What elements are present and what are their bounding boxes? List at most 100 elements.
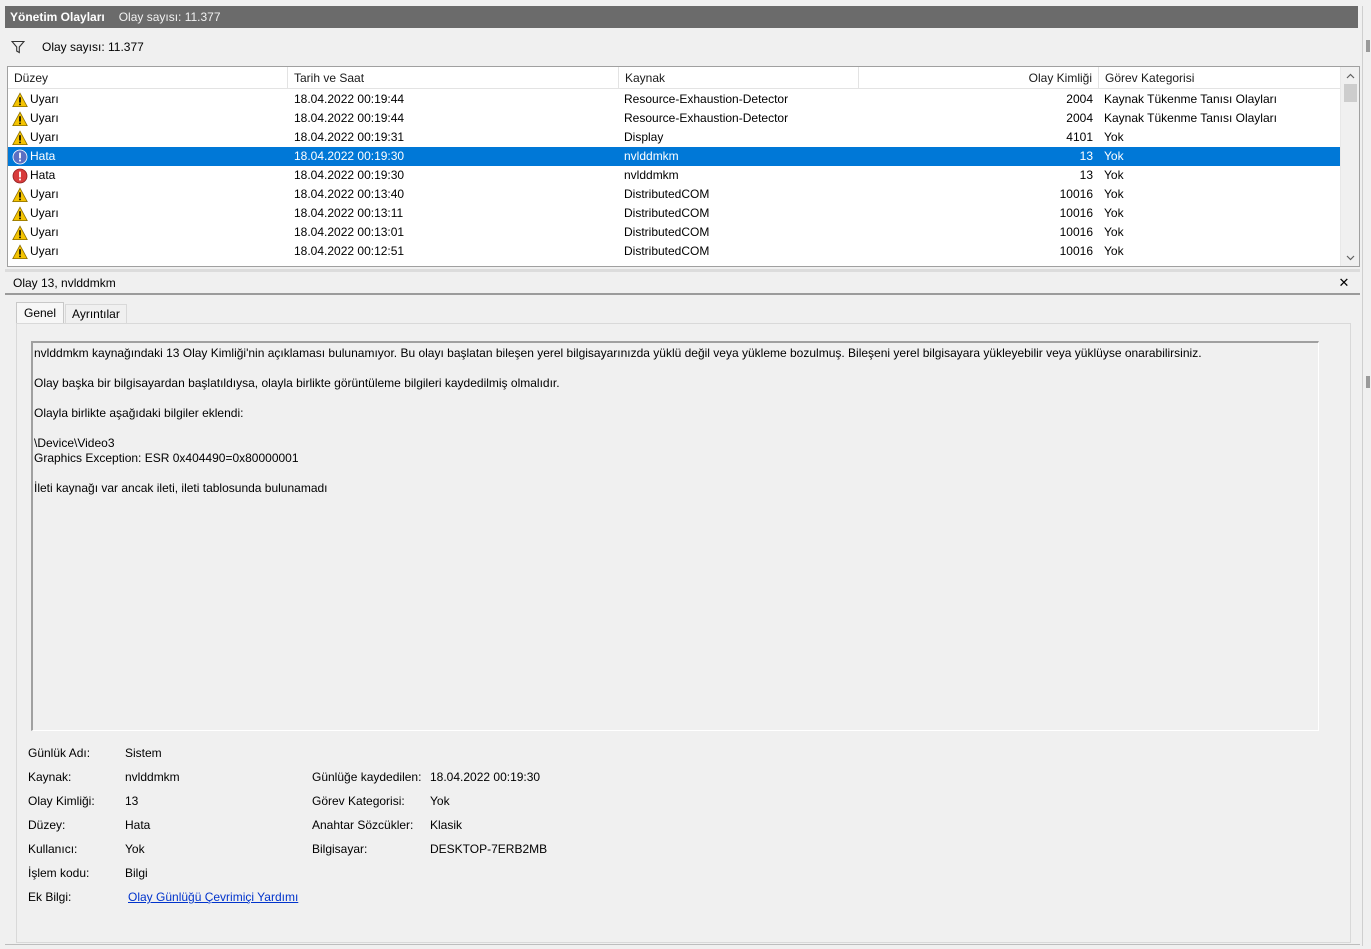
column-header-event-id[interactable]: Olay Kimliği bbox=[859, 67, 1099, 89]
cell-source: DistributedCOM bbox=[624, 187, 710, 201]
computer-label: Bilgisayar: bbox=[312, 842, 368, 856]
keywords-label: Anahtar Sözcükler: bbox=[312, 818, 414, 832]
online-help-link[interactable]: Olay Günlüğü Çevrimiçi Yardımı bbox=[128, 890, 298, 904]
cell-task-category: Kaynak Tükenme Tanısı Olayları bbox=[1104, 111, 1277, 125]
cell-task-category: Yok bbox=[1104, 206, 1124, 220]
cell-event-id: 10016 bbox=[1059, 206, 1093, 220]
grid-vertical-scrollbar[interactable] bbox=[1340, 67, 1359, 266]
events-grid[interactable]: Düzey Tarih ve Saat Kaynak Olay Kimliği … bbox=[7, 66, 1360, 267]
pane-splitter[interactable] bbox=[5, 269, 1360, 272]
cell-source: Resource-Exhaustion-Detector bbox=[624, 92, 789, 106]
detail-pane-header: Olay 13, nvlddmkm ✕ bbox=[5, 273, 1360, 295]
level-value: Hata bbox=[125, 818, 151, 832]
cell-source: Display bbox=[624, 130, 664, 144]
cell-level-text: Hata bbox=[30, 168, 56, 182]
tab-details[interactable]: Ayrıntılar bbox=[65, 304, 127, 324]
opcode-label: İşlem kodu: bbox=[28, 866, 90, 880]
log-name-label: Günlük Adı: bbox=[28, 746, 91, 760]
cell-task-category: Yok bbox=[1104, 244, 1124, 258]
cell-date: 18.04.2022 00:19:31 bbox=[294, 130, 405, 144]
description-paragraph: nvlddmkm kaynağındaki 13 Olay Kimliği'ni… bbox=[34, 346, 1202, 360]
grid-rows: Uyarı 18.04.2022 00:19:44 Resource-Exhaust… bbox=[8, 90, 1340, 261]
warning-icon bbox=[12, 205, 30, 222]
cell-level: Uyarı bbox=[12, 109, 282, 128]
window-edge bbox=[1362, 6, 1363, 946]
cell-date: 18.04.2022 00:13:40 bbox=[294, 187, 405, 201]
column-header-task[interactable]: Görev Kategorisi bbox=[1099, 67, 1340, 89]
cell-date: 18.04.2022 00:19:44 bbox=[294, 111, 405, 125]
cell-event-id: 13 bbox=[1079, 149, 1093, 163]
cell-level: Uyarı bbox=[12, 204, 282, 223]
cell-level-text: Hata bbox=[30, 149, 56, 163]
task-category-value: Yok bbox=[430, 794, 450, 808]
cell-level-text: Uyarı bbox=[30, 130, 59, 144]
column-header-source[interactable]: Kaynak bbox=[619, 67, 859, 89]
detail-tabs: Genel Ayrıntılar bbox=[16, 302, 128, 324]
panel-title-bar: Yönetim Olayları Olay sayısı: 11.377 bbox=[5, 6, 1358, 28]
warning-icon bbox=[12, 110, 30, 127]
event-description-box[interactable]: nvlddmkm kaynağındaki 13 Olay Kimliği'ni… bbox=[31, 341, 1319, 731]
warning-icon bbox=[12, 243, 30, 260]
cell-event-id: 10016 bbox=[1059, 244, 1093, 258]
cell-source: DistributedCOM bbox=[624, 225, 710, 239]
logged-label: Günlüğe kaydedilen: bbox=[312, 770, 422, 784]
filter-icon[interactable] bbox=[11, 40, 25, 54]
scroll-down-arrow-icon[interactable] bbox=[1341, 249, 1359, 266]
column-header-date[interactable]: Tarih ve Saat bbox=[288, 67, 619, 89]
cell-event-id: 2004 bbox=[1066, 111, 1093, 125]
column-header-level[interactable]: Düzey bbox=[8, 67, 288, 89]
level-label: Düzey: bbox=[28, 818, 66, 832]
scroll-up-arrow-icon[interactable] bbox=[1341, 67, 1359, 84]
cell-date: 18.04.2022 00:13:01 bbox=[294, 225, 405, 239]
computer-value: DESKTOP-7ERB2MB bbox=[430, 842, 548, 856]
description-paragraph: İleti kaynağı var ancak ileti, ileti tab… bbox=[34, 481, 328, 495]
filter-bar: Olay sayısı: 11.377 bbox=[5, 34, 1360, 60]
description-paragraph: Olay başka bir bilgisayardan başlatıldıy… bbox=[34, 376, 560, 390]
cell-level: Uyarı bbox=[12, 185, 282, 204]
table-row[interactable]: Uyarı 18.04.2022 00:19:44 Resource-Exhaust… bbox=[8, 90, 1340, 109]
cell-level-text: Uyarı bbox=[30, 187, 59, 201]
table-row[interactable]: Uyarı 18.04.2022 00:12:51 DistributedCOM 10… bbox=[8, 242, 1340, 261]
scroll-thumb[interactable] bbox=[1344, 84, 1357, 102]
tab-general[interactable]: Genel bbox=[16, 302, 65, 324]
cell-task-category: Kaynak Tükenme Tanısı Olayları bbox=[1104, 92, 1277, 106]
cell-date: 18.04.2022 00:12:51 bbox=[294, 244, 405, 258]
cell-source: nvlddmkm bbox=[624, 149, 679, 163]
filter-count-text: Olay sayısı: 11.377 bbox=[42, 40, 144, 54]
close-icon[interactable]: ✕ bbox=[1334, 275, 1354, 291]
task-category-label: Görev Kategorisi: bbox=[312, 794, 405, 808]
table-row[interactable]: Uyarı 18.04.2022 00:19:44 Resource-Exhaust… bbox=[8, 109, 1340, 128]
more-info-label: Ek Bilgi: bbox=[28, 890, 72, 904]
source-label: Kaynak: bbox=[28, 770, 72, 784]
cell-event-id: 10016 bbox=[1059, 187, 1093, 201]
cell-source: DistributedCOM bbox=[624, 206, 710, 220]
cell-level: Uyarı bbox=[12, 242, 282, 261]
edge-mark bbox=[1366, 40, 1370, 52]
table-row[interactable]: Uyarı 18.04.2022 00:13:01 DistributedCOM 10… bbox=[8, 223, 1340, 242]
cell-level-text: Uyarı bbox=[30, 206, 59, 220]
table-row[interactable]: Hata 18.04.2022 00:19:30 nvlddmkm 13 Yok bbox=[8, 147, 1340, 166]
cell-level-text: Uyarı bbox=[30, 244, 59, 258]
table-row[interactable]: Uyarı 18.04.2022 00:13:11 DistributedCOM 10… bbox=[8, 204, 1340, 223]
cell-source: DistributedCOM bbox=[624, 244, 710, 258]
log-name-value: Sistem bbox=[125, 746, 162, 760]
table-row[interactable]: Hata 18.04.2022 00:19:30 nvlddmkm 13 Yok bbox=[8, 166, 1340, 185]
cell-level: Uyarı bbox=[12, 223, 282, 242]
user-label: Kullanıcı: bbox=[28, 842, 78, 856]
event-id-label: Olay Kimliği: bbox=[28, 794, 95, 808]
cell-date: 18.04.2022 00:13:11 bbox=[294, 206, 404, 220]
cell-event-id: 10016 bbox=[1059, 225, 1093, 239]
cell-date: 18.04.2022 00:19:30 bbox=[294, 168, 405, 182]
cell-level-text: Uyarı bbox=[30, 111, 59, 125]
edge-mark bbox=[1366, 376, 1370, 388]
error-icon bbox=[12, 168, 30, 184]
grid-header: Düzey Tarih ve Saat Kaynak Olay Kimliği … bbox=[8, 67, 1340, 89]
opcode-value: Bilgi bbox=[125, 866, 148, 880]
cell-level: Hata bbox=[12, 166, 282, 185]
cell-level: Hata bbox=[12, 147, 282, 166]
cell-task-category: Yok bbox=[1104, 225, 1124, 239]
user-value: Yok bbox=[125, 842, 145, 856]
table-row[interactable]: Uyarı 18.04.2022 00:13:40 DistributedCOM 10… bbox=[8, 185, 1340, 204]
logged-value: 18.04.2022 00:19:30 bbox=[430, 770, 541, 784]
table-row[interactable]: Uyarı 18.04.2022 00:19:31 Display 4101 Yok bbox=[8, 128, 1340, 147]
